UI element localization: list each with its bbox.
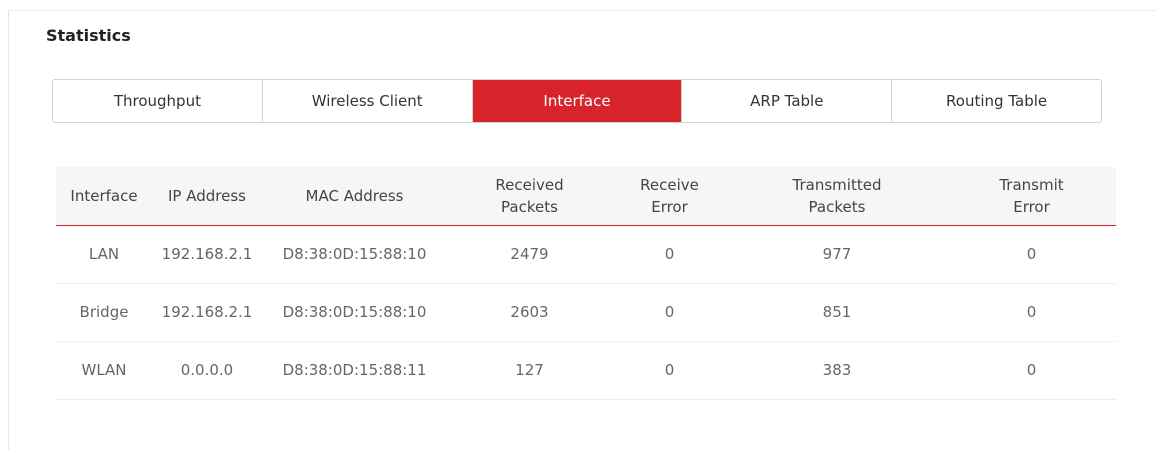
tab-routing-table[interactable]: Routing Table	[892, 80, 1101, 122]
column-header-line: Transmitted	[792, 175, 882, 194]
table-row: LAN 192.168.2.1 D8:38:0D:15:88:10 2479 0…	[56, 225, 1116, 284]
cell-received-packets: 127	[447, 341, 612, 400]
column-header-line: Transmit	[999, 175, 1064, 194]
tab-arp-table[interactable]: ARP Table	[682, 80, 893, 122]
cell-receive-error: 0	[612, 225, 727, 284]
column-header-received-packets: Received Packets	[447, 167, 612, 226]
column-header-transmitted-packets: Transmitted Packets	[727, 167, 947, 226]
table-header-row: Interface IP Address MAC Address Receive…	[56, 167, 1116, 226]
cell-interface: LAN	[56, 225, 152, 284]
column-header-transmit-error: Transmit Error	[947, 167, 1116, 226]
column-header-line: Error	[1013, 197, 1050, 216]
column-header-mac-address: MAC Address	[262, 167, 447, 226]
column-header-line: Packets	[501, 197, 558, 216]
tab-interface[interactable]: Interface	[472, 80, 683, 122]
cell-ip-address: 192.168.2.1	[152, 283, 262, 342]
cell-interface: Bridge	[56, 283, 152, 342]
cell-mac-address: D8:38:0D:15:88:10	[262, 225, 447, 284]
interface-statistics-table: Interface IP Address MAC Address Receive…	[56, 167, 1116, 400]
cell-mac-address: D8:38:0D:15:88:11	[262, 341, 447, 400]
cell-transmit-error: 0	[947, 225, 1116, 284]
cell-transmit-error: 0	[947, 283, 1116, 342]
cell-receive-error: 0	[612, 341, 727, 400]
column-header-line: IP Address	[168, 186, 246, 205]
statistics-tabs: Throughput Wireless Client Interface ARP…	[52, 79, 1102, 123]
tab-throughput[interactable]: Throughput	[53, 80, 263, 122]
cell-ip-address: 0.0.0.0	[152, 341, 262, 400]
cell-transmitted-packets: 977	[727, 225, 947, 284]
section-title: Statistics	[46, 26, 131, 45]
column-header-interface: Interface	[56, 167, 152, 226]
tab-wireless-client[interactable]: Wireless Client	[262, 80, 473, 122]
column-header-line: Packets	[808, 197, 866, 216]
cell-transmitted-packets: 383	[727, 341, 947, 400]
table-row: WLAN 0.0.0.0 D8:38:0D:15:88:11 127 0 383…	[56, 341, 1116, 400]
column-header-ip-address: IP Address	[152, 167, 262, 226]
cell-mac-address: D8:38:0D:15:88:10	[262, 283, 447, 342]
cell-receive-error: 0	[612, 283, 727, 342]
column-header-line: Received	[495, 175, 564, 194]
column-header-receive-error: Receive Error	[612, 167, 727, 226]
cell-received-packets: 2479	[447, 225, 612, 284]
cell-transmit-error: 0	[947, 341, 1116, 400]
column-header-line: Receive	[640, 175, 699, 194]
cell-received-packets: 2603	[447, 283, 612, 342]
table-row: Bridge 192.168.2.1 D8:38:0D:15:88:10 260…	[56, 283, 1116, 342]
cell-transmitted-packets: 851	[727, 283, 947, 342]
column-header-line: MAC Address	[305, 186, 404, 205]
column-header-line: Interface	[70, 186, 138, 205]
cell-interface: WLAN	[56, 341, 152, 400]
cell-ip-address: 192.168.2.1	[152, 225, 262, 284]
column-header-line: Error	[651, 197, 688, 216]
